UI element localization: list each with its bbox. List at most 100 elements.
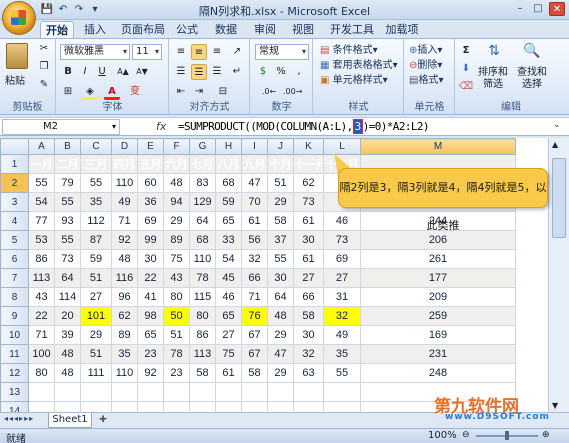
cell[interactable]: 31 [323, 287, 361, 307]
cell[interactable]: 46 [215, 287, 242, 307]
cell[interactable]: 33 [215, 230, 242, 250]
wrap-text-icon[interactable]: ↵ [229, 64, 245, 80]
cell[interactable]: 110 [189, 249, 216, 269]
cell[interactable]: 64 [54, 268, 81, 288]
cell[interactable]: 四月 [111, 154, 138, 174]
cell[interactable] [163, 382, 190, 402]
cell[interactable]: 80 [163, 287, 190, 307]
column-header[interactable]: K [293, 138, 324, 155]
cell[interactable]: 92 [137, 363, 164, 383]
cell[interactable]: 20 [54, 306, 81, 326]
cell[interactable]: 41 [137, 287, 164, 307]
vertical-scrollbar[interactable]: ▲ ▼ [548, 138, 569, 412]
cell[interactable] [189, 401, 216, 412]
tab-page-layout[interactable]: 页面布局 [117, 21, 169, 38]
tab-insert[interactable]: 插入 [80, 21, 110, 38]
cell[interactable]: 113 [28, 268, 55, 288]
orientation-icon[interactable]: ↗ [229, 44, 245, 60]
cell[interactable] [267, 401, 294, 412]
merge-center-icon[interactable]: ⊟ [215, 84, 231, 100]
cell[interactable]: 51 [267, 173, 294, 193]
cell[interactable]: 61 [293, 211, 324, 231]
phonetic-button[interactable]: 变 [127, 84, 143, 100]
cell[interactable]: 55 [80, 173, 112, 193]
align-bottom-icon[interactable]: ≡ [209, 44, 225, 60]
cell[interactable]: 七月 [189, 154, 216, 174]
row-header[interactable]: 2 [0, 173, 29, 193]
name-box[interactable]: M2 ▾ [2, 119, 120, 135]
formula-input[interactable]: =SUMPRODUCT((MOD(COLUMN(A:L), 3)=0)*A2:L2… [178, 119, 430, 134]
decrease-decimal-icon[interactable]: .00→ [283, 84, 302, 100]
align-right-icon[interactable]: ☰ [209, 64, 225, 80]
cell[interactable]: 27 [215, 325, 242, 345]
scroll-thumb[interactable] [552, 158, 566, 238]
scroll-up-icon[interactable]: ▲ [552, 140, 558, 149]
cell[interactable] [111, 382, 138, 402]
cell[interactable]: 129 [189, 192, 216, 212]
row-header[interactable]: 11 [0, 344, 29, 364]
cell[interactable]: 71 [241, 287, 268, 307]
find-select-icon[interactable]: 🔍 [522, 43, 542, 63]
cell[interactable]: 77 [28, 211, 55, 231]
column-header[interactable]: F [163, 138, 190, 155]
cell[interactable] [137, 401, 164, 412]
cell[interactable] [215, 401, 242, 412]
cell[interactable]: 45 [215, 268, 242, 288]
row-header[interactable]: 8 [0, 287, 29, 307]
number-format-dropdown[interactable]: 常规 ▾ [255, 44, 309, 60]
cell[interactable]: 29 [267, 363, 294, 383]
cell[interactable]: 23 [163, 363, 190, 383]
cell[interactable]: 62 [293, 173, 324, 193]
cell[interactable]: 58 [293, 306, 324, 326]
column-header[interactable]: E [137, 138, 164, 155]
tab-data[interactable]: 数据 [211, 21, 241, 38]
cell[interactable] [54, 401, 81, 412]
format-as-table-button[interactable]: ▦ 套用表格格式▾ [320, 58, 398, 73]
cell[interactable]: 58 [267, 211, 294, 231]
cell[interactable]: 248 [360, 363, 516, 383]
cell[interactable]: 61 [215, 363, 242, 383]
zoom-in-icon[interactable]: ⊕ [542, 430, 550, 440]
insert-sheet-icon[interactable]: ✚ [96, 415, 110, 426]
row-header[interactable]: 1 [0, 154, 29, 174]
cell[interactable]: 69 [137, 211, 164, 231]
cell[interactable]: 30 [293, 230, 324, 250]
cell[interactable]: 261 [360, 249, 516, 269]
cell[interactable]: 39 [54, 325, 81, 345]
cell[interactable]: 89 [163, 230, 190, 250]
cell[interactable]: 35 [323, 344, 361, 364]
cell[interactable]: 30 [137, 249, 164, 269]
tab-addins[interactable]: 加载项 [382, 21, 422, 38]
row-header[interactable]: 10 [0, 325, 29, 345]
column-header[interactable]: C [80, 138, 112, 155]
insert-cells-button[interactable]: ⊕插入▾ [409, 43, 442, 58]
copy-icon[interactable]: ❐ [36, 59, 52, 75]
cell[interactable]: 68 [215, 173, 242, 193]
column-header[interactable]: D [111, 138, 138, 155]
cell[interactable]: 32 [241, 249, 268, 269]
row-header[interactable]: 5 [0, 230, 29, 250]
align-middle-icon[interactable]: ≡ [191, 44, 207, 60]
cell[interactable]: 113 [189, 344, 216, 364]
cell[interactable]: 55 [28, 173, 55, 193]
cell[interactable]: 23 [137, 344, 164, 364]
cell[interactable]: 29 [163, 211, 190, 231]
cell[interactable] [293, 401, 324, 412]
row-header[interactable]: 12 [0, 363, 29, 383]
cell[interactable]: 73 [293, 192, 324, 212]
cell[interactable]: 二月 [54, 154, 81, 174]
cell[interactable]: 94 [163, 192, 190, 212]
cell[interactable]: 101 [80, 306, 112, 326]
first-sheet-icon[interactable]: ◂◂ [4, 414, 14, 423]
font-color-button[interactable]: A [104, 84, 120, 100]
cell[interactable]: 70 [241, 192, 268, 212]
cell[interactable]: 51 [80, 268, 112, 288]
cell[interactable]: 32 [323, 306, 361, 326]
cell[interactable] [28, 401, 55, 412]
sheet-tab-sheet1[interactable]: Sheet1 [48, 413, 92, 428]
cell[interactable]: 58 [241, 363, 268, 383]
cell[interactable]: 48 [54, 363, 81, 383]
cell[interactable]: 58 [189, 363, 216, 383]
cell[interactable] [323, 382, 361, 402]
cell[interactable]: 55 [323, 363, 361, 383]
